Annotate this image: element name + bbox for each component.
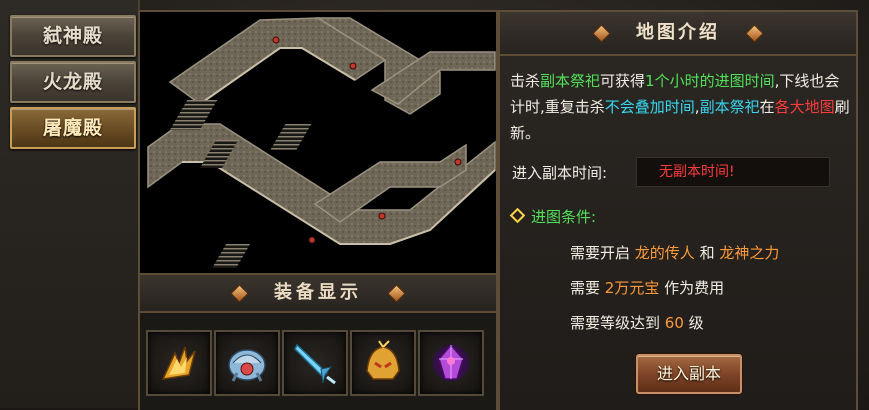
requirement-2: 需要 2万元宝 作为费用: [570, 277, 724, 298]
equipment-slot-4[interactable]: [350, 330, 416, 396]
desc-highlight: 不会叠加时间: [604, 98, 695, 116]
diamond-ornament-icon: [745, 24, 764, 43]
equipment-title: 装备显示: [274, 282, 362, 303]
conditions-label: 进图条件:: [531, 208, 597, 226]
nav-item-huolong[interactable]: 火龙殿: [10, 61, 136, 103]
req-text: 需要开启: [570, 244, 635, 262]
conditions-title: 进图条件:: [509, 206, 597, 227]
equipment-slot-2[interactable]: [214, 330, 280, 396]
entry-time-value: 无副本时间!: [636, 157, 830, 187]
enter-dungeon-button[interactable]: 进入副本: [636, 354, 742, 394]
dungeon-nav: 弑神殿 火龙殿 屠魔殿: [0, 0, 140, 408]
req-highlight: 60: [664, 314, 684, 332]
dungeon-map-image: [147, 17, 496, 268]
req-text: 和: [694, 244, 720, 262]
req-text: 作为费用: [659, 279, 725, 297]
equipment-slot-5[interactable]: [418, 330, 484, 396]
desc-highlight: 1个小时的进图时间: [645, 72, 775, 90]
desc-text: 可获得: [600, 72, 646, 90]
map-preview: [138, 10, 498, 276]
info-header: 地图介绍: [498, 10, 858, 56]
nav-item-shishen[interactable]: 弑神殿: [10, 15, 136, 57]
req-text: 需要: [570, 279, 605, 297]
game-window: 弑神殿 火龙殿 屠魔殿 装备显示 地图介绍 击杀副本祭祀可获得1个小时的进图时间…: [0, 0, 869, 410]
info-panel: 击杀副本祭祀可获得1个小时的进图时间,下线也会计时,重复击杀不会叠加时间,副本祭…: [498, 54, 858, 410]
desc-highlight: 副本祭祀: [699, 98, 760, 116]
equipment-slot-1[interactable]: [146, 330, 212, 396]
info-title: 地图介绍: [636, 22, 720, 43]
diamond-ornament-icon: [230, 284, 249, 303]
diamond-bullet-icon: [509, 207, 526, 224]
equipment-header: 装备显示: [138, 273, 498, 313]
requirement-3: 需要等级达到 60 级: [570, 312, 704, 333]
desc-text: 在: [759, 98, 775, 116]
req-highlight: 龙神之力: [719, 244, 780, 262]
ice-sword-icon: [294, 343, 336, 385]
req-highlight: 龙的传人: [634, 244, 695, 262]
entry-time-label: 进入副本时间:: [512, 164, 608, 182]
desc-highlight: 副本祭祀: [540, 72, 601, 90]
desc-highlight: 各大地图: [774, 98, 835, 116]
flame-blade-icon: [161, 346, 196, 380]
nav-item-tumo[interactable]: 屠魔殿: [10, 107, 136, 149]
req-highlight: 2万元宝: [604, 279, 660, 297]
map-description: 击杀副本祭祀可获得1个小时的进图时间,下线也会计时,重复击杀不会叠加时间,副本祭…: [510, 68, 850, 146]
desc-text: 击杀: [510, 72, 541, 90]
req-text: 需要等级达到: [570, 314, 665, 332]
equipment-slots: [138, 311, 498, 410]
requirement-1: 需要开启 龙的传人 和 龙神之力: [570, 242, 779, 263]
golden-helmet-icon: [366, 340, 400, 380]
req-text: 级: [683, 314, 704, 332]
purple-gem-icon: [433, 343, 469, 381]
dragon-armor-icon: [228, 349, 266, 382]
diamond-ornament-icon: [592, 24, 611, 43]
equipment-slot-3[interactable]: [282, 330, 348, 396]
diamond-ornament-icon: [387, 284, 406, 303]
